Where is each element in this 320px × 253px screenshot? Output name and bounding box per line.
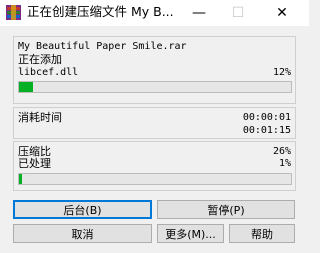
file-progress-fill [19, 82, 33, 92]
remaining-value: 00:01:15 [242, 125, 291, 136]
total-progress-fill [19, 174, 22, 184]
elapsed-value: 00:00:01 [242, 112, 291, 123]
elapsed-label: 消耗时间 [18, 111, 62, 124]
current-file-percent: 12% [272, 67, 291, 78]
close-button[interactable]: ✕ [260, 0, 304, 26]
current-file: libcef.dll [18, 67, 79, 78]
status-label: 正在添加 [18, 53, 62, 66]
help-button[interactable]: 帮助 [229, 224, 295, 243]
window-title: 正在创建压缩文件 My B... [27, 4, 174, 19]
ratio-panel: 压缩比 26% 已处理 1% [13, 141, 296, 191]
total-progress-bar [18, 173, 292, 185]
processed-label: 已处理 [18, 157, 51, 170]
file-progress-bar [18, 81, 292, 93]
ratio-value: 26% [272, 146, 291, 157]
archive-name: My Beautiful Paper Smile.rar [18, 41, 187, 52]
title-bar: 正在创建压缩文件 My B... — ☐ ✕ [0, 0, 309, 26]
cancel-button[interactable]: 取消 [13, 224, 152, 243]
more-button[interactable]: 更多(M)... [157, 224, 224, 243]
minimize-button[interactable]: — [177, 0, 221, 26]
file-panel: My Beautiful Paper Smile.rar 正在添加 libcef… [13, 36, 296, 104]
time-panel: 消耗时间 00:00:01 00:01:15 [13, 107, 296, 139]
background-button[interactable]: 后台(B) [13, 200, 152, 219]
winrar-icon [6, 5, 21, 20]
pause-button[interactable]: 暂停(P) [157, 200, 295, 219]
processed-value: 1% [278, 158, 291, 169]
maximize-button[interactable]: ☐ [216, 0, 260, 26]
